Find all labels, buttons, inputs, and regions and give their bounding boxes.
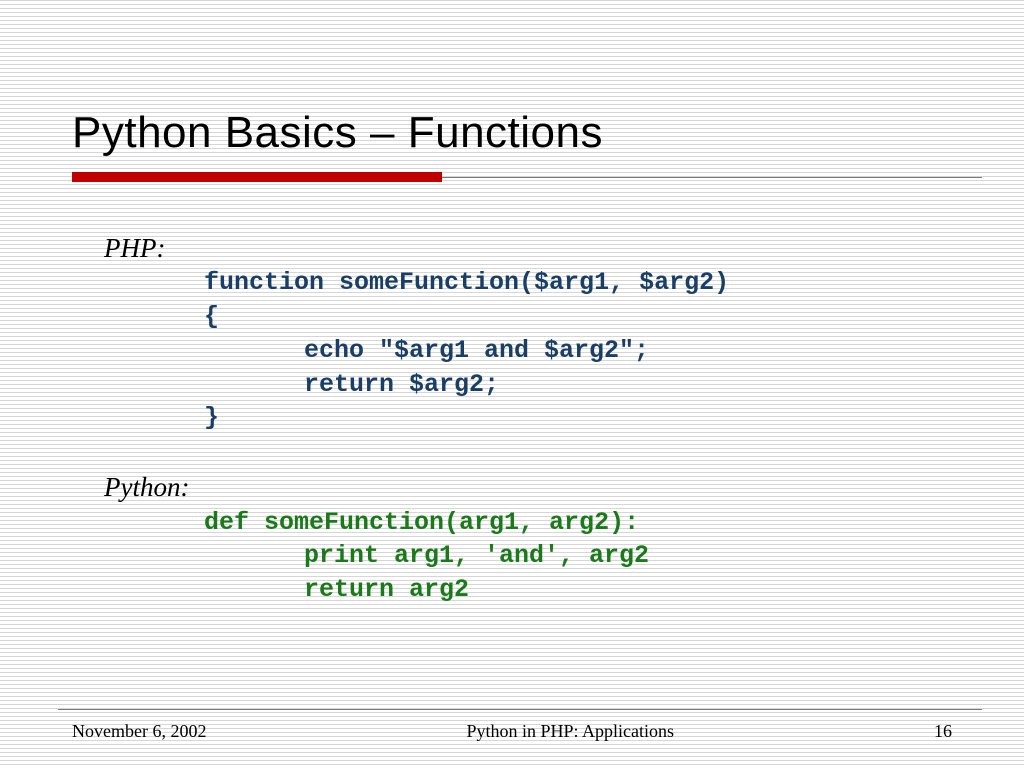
- php-code-line: echo "$arg1 and $arg2";: [104, 334, 952, 368]
- php-code-line: }: [104, 401, 952, 435]
- title-underline: [72, 172, 952, 182]
- php-code-line: {: [104, 300, 952, 334]
- python-label: Python:: [104, 469, 952, 505]
- slide-title: Python Basics – Functions: [72, 108, 952, 158]
- php-label: PHP:: [104, 230, 952, 266]
- python-code-line: print arg1, 'and', arg2: [104, 539, 952, 573]
- php-code-line: return $arg2;: [104, 368, 952, 402]
- php-code-line: function someFunction($arg1, $arg2): [104, 266, 952, 300]
- slide-content: PHP: function someFunction($arg1, $arg2)…: [72, 230, 952, 607]
- python-code-line: return arg2: [104, 573, 952, 607]
- python-code-line: def someFunction(arg1, arg2):: [104, 506, 952, 540]
- title-underline-red: [72, 172, 442, 182]
- slide: Python Basics – Functions PHP: function …: [0, 0, 1024, 768]
- spacer: [104, 435, 952, 469]
